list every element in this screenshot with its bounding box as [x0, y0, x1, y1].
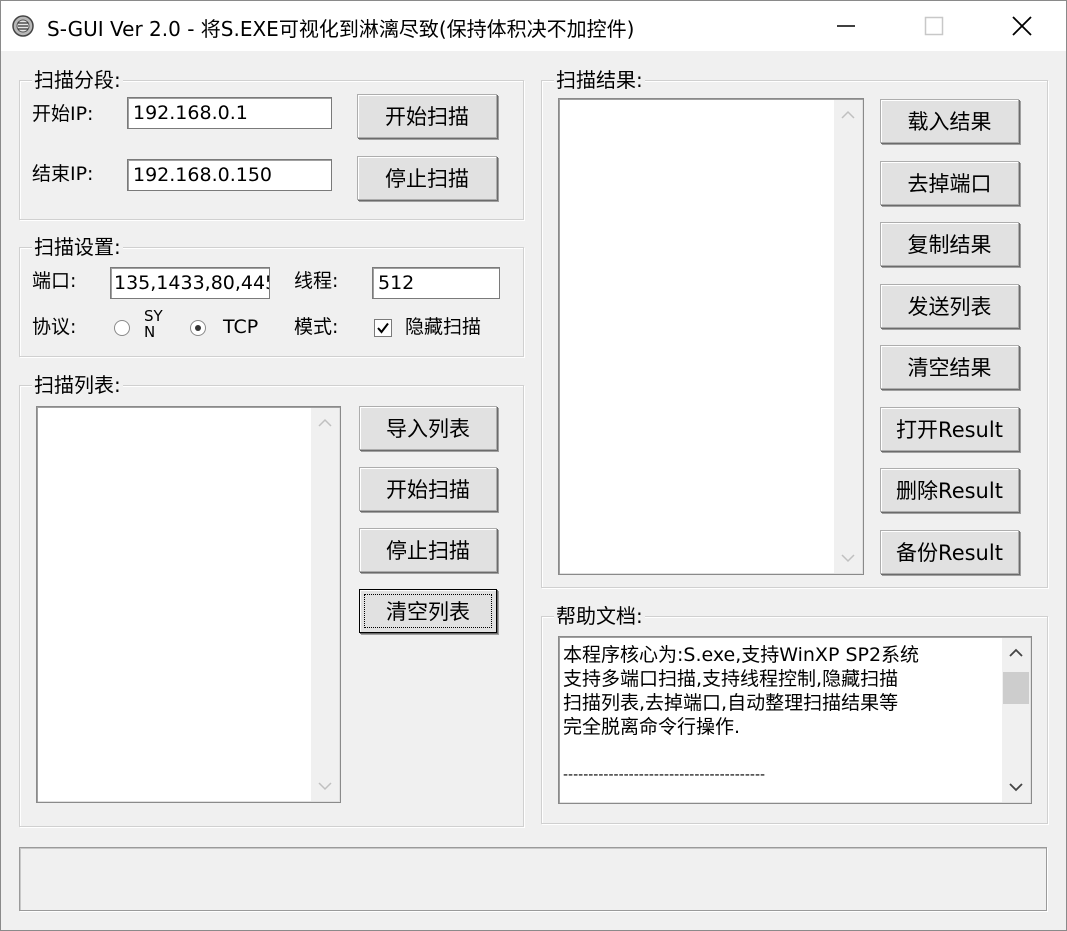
mode-label: 模式: — [294, 316, 339, 338]
help-label: 帮助文档: — [554, 604, 645, 628]
results-scrollbar[interactable] — [834, 100, 862, 573]
help-scroll-thumb[interactable] — [1003, 672, 1029, 704]
send-list-button[interactable]: 发送列表 — [880, 284, 1019, 328]
minimize-icon — [837, 25, 855, 27]
scan-settings-label: 扫描设置: — [32, 235, 123, 259]
tcp-label: TCP — [223, 316, 259, 338]
port-input[interactable]: 135,1433,80,445 — [110, 267, 270, 299]
help-line — [563, 739, 919, 763]
scan-segment-group: 扫描分段: 开始IP: 192.168.0.1 开始扫描 结束IP: 192.1… — [19, 68, 524, 220]
scan-results-box[interactable] — [558, 98, 864, 575]
backup-result-button[interactable]: 备份Result — [880, 530, 1019, 574]
main-window: S-GUI Ver 2.0 - 将S.EXE可视化到淋漓尽致(保持体积决不加控件… — [0, 0, 1067, 931]
tcp-radio[interactable] — [190, 320, 206, 336]
thread-input[interactable]: 512 — [372, 267, 500, 299]
list-stop-scan-button[interactable]: 停止扫描 — [359, 528, 497, 572]
copy-results-button[interactable]: 复制结果 — [880, 222, 1019, 266]
maximize-button[interactable] — [890, 1, 978, 51]
scroll-up-icon[interactable] — [834, 102, 862, 128]
help-line: 完全脱离命令行操作. — [563, 716, 741, 738]
maximize-icon — [924, 16, 944, 36]
close-button[interactable] — [978, 1, 1066, 51]
load-results-button[interactable]: 载入结果 — [880, 99, 1019, 143]
thread-label: 线程: — [294, 270, 339, 292]
scan-list-group: 扫描列表: 导入列表 开始扫描 停止扫描 清空列表 — [19, 373, 524, 827]
start-ip-input[interactable]: 192.168.0.1 — [127, 97, 332, 129]
segment-stop-scan-button[interactable]: 停止扫描 — [357, 156, 497, 200]
segment-start-scan-button[interactable]: 开始扫描 — [357, 94, 497, 138]
scroll-up-icon[interactable] — [311, 410, 339, 436]
close-icon — [1012, 16, 1032, 36]
status-bar — [19, 847, 1047, 911]
app-icon[interactable] — [11, 14, 35, 38]
syn-radio[interactable] — [114, 320, 130, 336]
help-scrollbar[interactable] — [1002, 638, 1030, 802]
scan-list-scrollbar[interactable] — [311, 408, 339, 801]
help-line: ---------------------------------------- — [563, 767, 766, 783]
scroll-down-icon[interactable] — [834, 545, 862, 571]
clear-results-button[interactable]: 清空结果 — [880, 345, 1019, 389]
end-ip-input[interactable]: 192.168.0.150 — [127, 159, 332, 191]
checkmark-icon — [377, 322, 389, 334]
syn-label: SY N — [144, 308, 163, 340]
scroll-down-icon[interactable] — [311, 773, 339, 799]
syn-label-line2: N — [144, 323, 156, 341]
scan-list-label: 扫描列表: — [32, 373, 123, 397]
list-start-scan-button[interactable]: 开始扫描 — [359, 467, 497, 511]
import-list-button[interactable]: 导入列表 — [359, 406, 497, 450]
end-ip-label: 结束IP: — [32, 163, 94, 185]
client-area: 扫描分段: 开始IP: 192.168.0.1 开始扫描 结束IP: 192.1… — [1, 51, 1066, 930]
scroll-up-icon[interactable] — [1002, 640, 1030, 666]
help-line: 扫描列表,去掉端口,自动整理扫描结果等 — [563, 692, 899, 714]
remove-port-button[interactable]: 去掉端口 — [880, 161, 1019, 205]
scan-settings-group: 扫描设置: 端口: 135,1433,80,445 线程: 512 协议: SY… — [19, 235, 524, 357]
window-title: S-GUI Ver 2.0 - 将S.EXE可视化到淋漓尽致(保持体积决不加控件… — [47, 17, 635, 41]
help-line: 支持多端口扫描,支持线程控制,隐藏扫描 — [563, 668, 899, 690]
scan-segment-label: 扫描分段: — [32, 68, 123, 92]
scroll-down-icon[interactable] — [1002, 774, 1030, 800]
delete-result-button[interactable]: 删除Result — [880, 468, 1019, 512]
protocol-label: 协议: — [32, 316, 77, 338]
hidden-scan-checkbox[interactable] — [374, 319, 392, 337]
help-text-area[interactable]: 本程序核心为:S.exe,支持WinXP SP2系统 支持多端口扫描,支持线程控制… — [558, 636, 1032, 804]
scan-list-box[interactable] — [36, 406, 341, 803]
title-bar[interactable]: S-GUI Ver 2.0 - 将S.EXE可视化到淋漓尽致(保持体积决不加控件… — [1, 1, 1066, 51]
start-ip-label: 开始IP: — [32, 103, 94, 125]
scan-results-group: 扫描结果: 载入结果 去掉端口 复制结果 发送列表 清空结果 打开Result … — [541, 68, 1048, 588]
port-label: 端口: — [32, 270, 77, 292]
open-result-button[interactable]: 打开Result — [880, 407, 1019, 451]
help-line: 本程序核心为:S.exe,支持WinXP SP2系统 — [563, 644, 920, 666]
hidden-scan-label: 隐藏扫描 — [405, 316, 482, 338]
minimize-button[interactable] — [802, 1, 890, 51]
syn-label-line1: SY — [144, 307, 163, 325]
help-text: 本程序核心为:S.exe,支持WinXP SP2系统 支持多端口扫描,支持线程控制… — [563, 643, 919, 787]
clear-list-button[interactable]: 清空列表 — [359, 589, 497, 633]
help-group: 帮助文档: 本程序核心为:S.exe,支持WinXP SP2系统 支持多端口扫描,… — [541, 604, 1048, 824]
scan-results-label: 扫描结果: — [554, 68, 645, 92]
